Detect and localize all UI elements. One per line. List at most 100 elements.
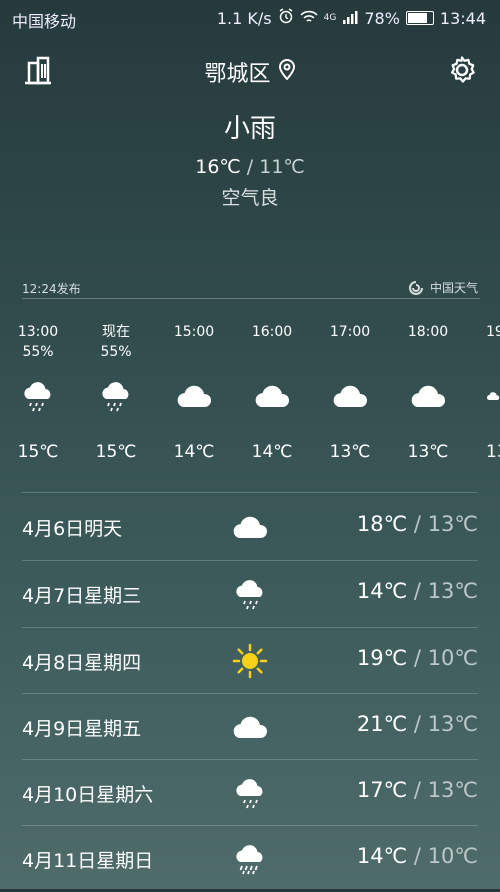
divider: [22, 492, 478, 493]
hourly-item: 18:00 13℃: [398, 322, 458, 462]
day-temp-range: 14℃ / 13℃: [357, 579, 478, 603]
daily-row[interactable]: 4月6日明天 18℃ / 13℃: [0, 494, 500, 560]
hour-time: 18:00: [407, 324, 449, 340]
cloud-icon: [333, 385, 368, 407]
hour-temp: 15℃: [95, 442, 137, 462]
clock-time: 13:44: [439, 8, 486, 28]
day-high: 21℃: [356, 712, 408, 736]
network-type: 4G: [323, 13, 337, 23]
status-right: 1.1 K/s 4G 78% 13:44: [217, 8, 486, 28]
day-sep: /: [413, 778, 421, 802]
rain-cloud-icon: [236, 779, 263, 809]
china-weather-logo-icon: [409, 280, 423, 295]
day-temp-range: 18℃ / 13℃: [357, 512, 478, 536]
hourly-item-partial: 19 13: [478, 322, 500, 462]
day-temp-range: 14℃ / 10℃: [357, 844, 478, 868]
day-sep: /: [413, 646, 421, 670]
daily-row[interactable]: 4月11日星期日 14℃ / 10℃: [0, 826, 500, 892]
temp-low: 11℃: [259, 156, 305, 178]
day-high: 14℃: [356, 579, 408, 603]
daily-row[interactable]: 4月10日星期六 17℃ / 13℃: [0, 760, 500, 826]
current-condition: 小雨: [223, 114, 276, 144]
daily-row[interactable]: 4月8日星期四 19℃ / 10℃: [0, 628, 500, 694]
day-low: 13℃: [427, 512, 478, 536]
hourly-item: 17:00 13℃: [320, 322, 380, 462]
wifi-icon: [300, 9, 318, 28]
day-high: 18℃: [356, 512, 408, 536]
day-temp-range: 21℃ / 13℃: [357, 712, 478, 736]
location-pin-icon: [278, 59, 296, 86]
hourly-forecast[interactable]: 13:00 55% 15℃ 现在 55% 15℃ 15:00 14℃ 16:00…: [0, 322, 500, 477]
hour-time: 17:00: [329, 324, 371, 340]
day-sep: /: [413, 844, 421, 868]
rain-cloud-icon: [102, 382, 129, 412]
day-low: 13℃: [427, 712, 478, 736]
day-low: 10℃: [427, 646, 478, 670]
day-sep: /: [413, 579, 421, 603]
day-low: 13℃: [427, 579, 478, 603]
hour-temp: 13: [486, 442, 500, 462]
rain-cloud-icon: [236, 580, 263, 610]
day-date: 4月7日星期三: [22, 585, 142, 607]
cloud-icon: [486, 392, 500, 401]
status-bar: 中国移动 1.1 K/s 4G 78% 13:44: [0, 0, 500, 34]
rain-cloud-icon: [24, 382, 51, 412]
brand-name: 中国天气: [429, 281, 478, 295]
hour-temp: 14℃: [173, 442, 215, 462]
day-sep: /: [413, 712, 421, 736]
air-quality[interactable]: 空气良: [0, 183, 500, 210]
day-date: 4月6日明天: [22, 518, 123, 540]
cloud-icon: [411, 385, 446, 407]
hour-time: 13:00: [17, 324, 59, 340]
day-high: 17℃: [356, 778, 408, 802]
heavy-rain-cloud-icon: [236, 845, 263, 875]
hour-temp: 14℃: [251, 442, 293, 462]
day-date: 4月11日星期日: [22, 850, 154, 872]
battery-icon: [405, 11, 434, 25]
cloud-icon: [233, 716, 268, 738]
hourly-item: 15:00 14℃: [164, 322, 224, 462]
day-low: 10℃: [427, 844, 478, 868]
gear-icon: [451, 56, 475, 83]
hour-precip: [242, 342, 302, 362]
day-temp-range: 19℃ / 10℃: [357, 646, 478, 670]
daily-row[interactable]: 4月9日星期五 21℃ / 13℃: [0, 694, 500, 760]
day-date: 4月10日星期六: [22, 784, 154, 806]
network-speed: 1.1 K/s: [216, 8, 272, 28]
brand: 中国天气: [408, 279, 478, 296]
day-date: 4月9日星期五: [22, 718, 142, 740]
hour-time: 现在: [102, 324, 130, 340]
day-sep: /: [413, 512, 421, 536]
publish-time: 12:24发布: [22, 282, 81, 296]
day-high: 19℃: [356, 646, 408, 670]
alarm-icon: [278, 8, 294, 28]
hour-precip: [478, 342, 500, 362]
hour-temp: 13℃: [407, 442, 449, 462]
carrier-name: 中国移动: [12, 12, 77, 31]
daily-row[interactable]: 4月7日星期三 14℃ / 13℃: [0, 561, 500, 627]
temp-separator: /: [246, 156, 254, 178]
location-selector[interactable]: 鄂城区: [0, 56, 500, 88]
hour-precip: [164, 342, 224, 362]
day-date: 4月8日星期四: [22, 652, 142, 674]
hour-temp: 15℃: [17, 442, 59, 462]
hour-precip: [398, 342, 458, 362]
hour-time: 16:00: [251, 324, 293, 340]
hourly-item: 13:00 55% 15℃: [8, 322, 68, 462]
cloud-icon: [255, 385, 290, 407]
top-bar: 鄂城区: [0, 50, 500, 90]
sun-icon: [232, 643, 268, 679]
day-high: 14℃: [356, 844, 408, 868]
day-low: 13℃: [427, 778, 478, 802]
hour-time: 19: [486, 324, 500, 340]
hour-precip: 55%: [22, 344, 54, 360]
hour-precip: 55%: [100, 344, 132, 360]
current-temp-range: 16℃ / 11℃: [0, 156, 500, 178]
battery-percent: 78%: [364, 8, 400, 28]
day-temp-range: 17℃ / 13℃: [357, 778, 478, 802]
settings-button[interactable]: [444, 52, 480, 88]
hour-temp: 13℃: [329, 442, 371, 462]
cloud-icon: [233, 516, 268, 538]
hour-time: 15:00: [173, 324, 215, 340]
hourly-item: 16:00 14℃: [242, 322, 302, 462]
